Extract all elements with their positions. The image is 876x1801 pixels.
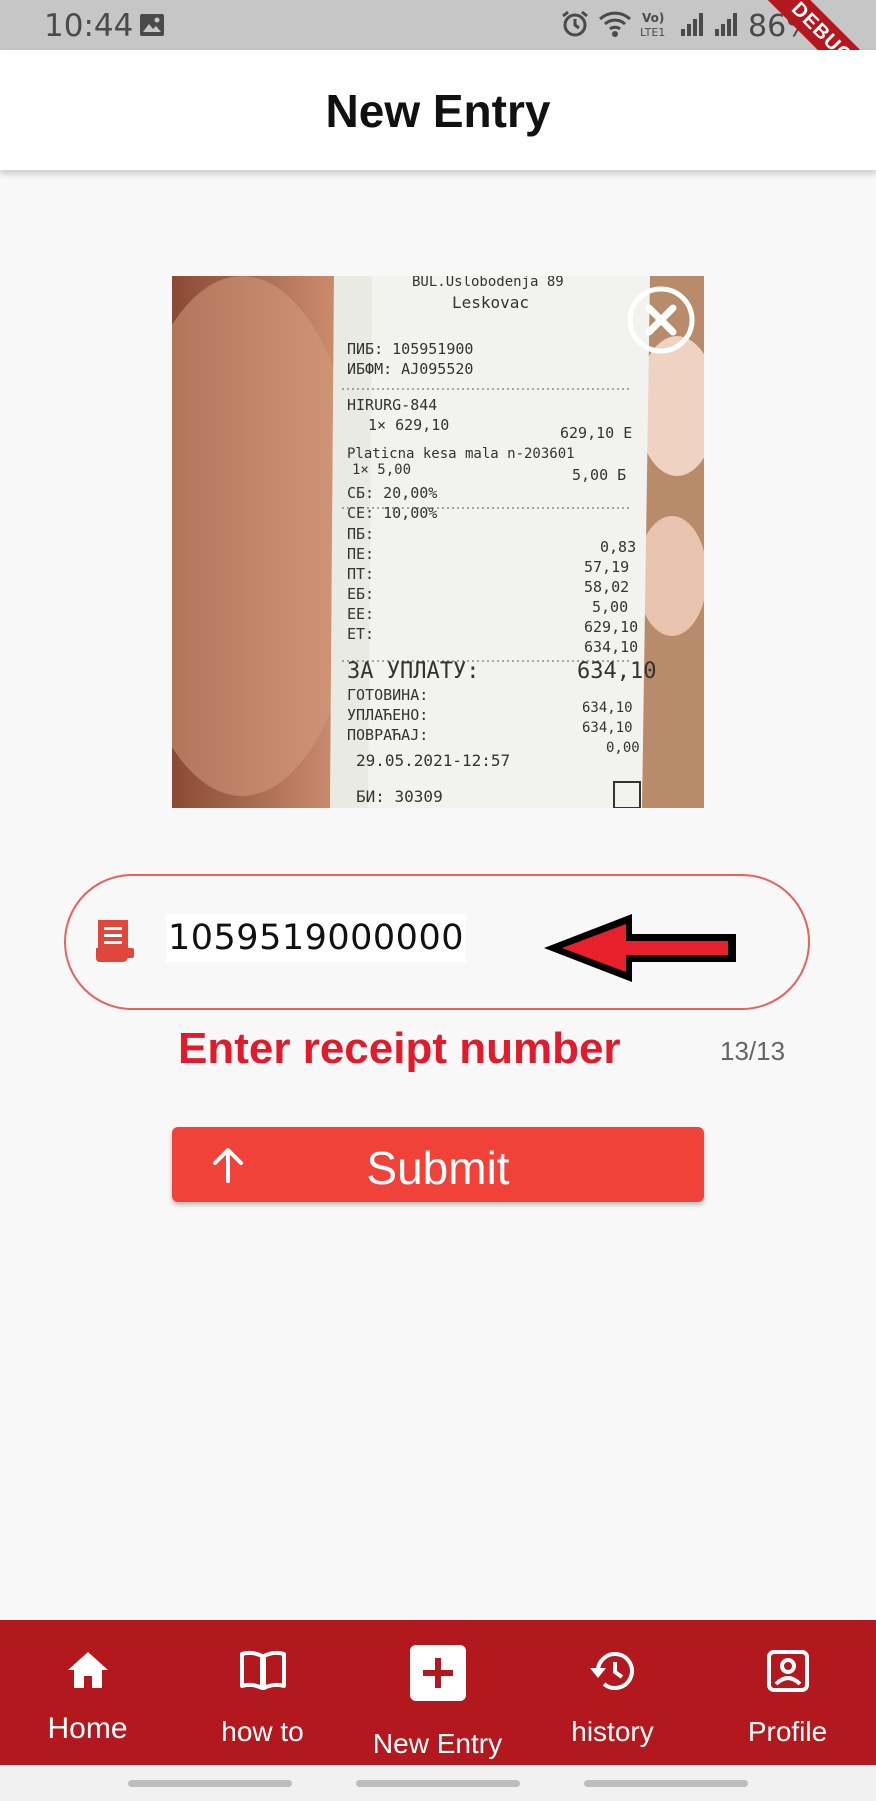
home-icon bbox=[0, 1650, 175, 1690]
receipt-text-line: 29.05.2021-12:57 bbox=[356, 751, 510, 770]
nav-label-profile: Profile bbox=[747, 1716, 828, 1747]
nav-label-history: history bbox=[571, 1716, 654, 1747]
image-notification-icon bbox=[139, 13, 165, 42]
pointer-arrow-icon bbox=[540, 908, 740, 993]
nav-item-how-to[interactable]: how to bbox=[175, 1620, 350, 1765]
remove-photo-button[interactable] bbox=[626, 285, 696, 355]
status-icons: Vo) LTE1 86% bbox=[560, 9, 815, 44]
receipt-number-helper: Enter receipt number bbox=[178, 1024, 621, 1073]
receipt-text-line: Platicna kesa mala n-203601 bbox=[347, 446, 575, 462]
close-circle-icon bbox=[627, 286, 695, 354]
receipt-text-line: 634,10 bbox=[582, 720, 633, 736]
nav-item-history[interactable]: history bbox=[525, 1620, 700, 1765]
receipt-photo: BUL.Uslobodenja 89 Leskovac ПИБ: 105951900… bbox=[172, 276, 704, 808]
submit-button[interactable]: Submit bbox=[172, 1127, 704, 1202]
receipt-text-line: ПЕ: bbox=[347, 545, 374, 563]
alarm-icon bbox=[560, 9, 590, 44]
app-bar: New Entry bbox=[0, 50, 876, 170]
history-icon bbox=[525, 1650, 700, 1692]
receipt-number-input[interactable]: 1059519000000 bbox=[166, 914, 466, 962]
receipt-text-line: HIRURG-844 bbox=[347, 396, 437, 414]
system-nav-recents[interactable] bbox=[128, 1780, 292, 1787]
profile-icon bbox=[700, 1650, 875, 1692]
receipt-text-line: 5,00 bbox=[592, 598, 628, 616]
status-bar: 10:44 Vo) LTE1 86% DEBUG bbox=[0, 0, 876, 115]
submit-label: Submit bbox=[366, 1142, 510, 1194]
status-time: 10:44 bbox=[44, 8, 134, 44]
receipt-text-line: ПОВРАЋАЈ: bbox=[347, 726, 428, 744]
receipt-text-line: ПБ: bbox=[347, 525, 374, 543]
nav-item-profile[interactable]: Profile bbox=[700, 1620, 875, 1765]
receipt-text-line: ЕТ: bbox=[347, 625, 374, 643]
wifi-icon bbox=[598, 10, 632, 43]
receipt-text-line: 629,10 bbox=[584, 618, 638, 636]
receipt-text-line: 57,19 bbox=[584, 558, 629, 576]
receipt-text-line: 629,10 E bbox=[560, 424, 632, 442]
nav-label-home: Home bbox=[47, 1712, 128, 1745]
receipt-text-line: BUL.Uslobodenja 89 bbox=[412, 276, 564, 290]
receipt-text-line: 0,83 bbox=[600, 538, 636, 556]
volte-icon: Vo) LTE1 bbox=[640, 9, 672, 44]
receipt-text-line: УПЛАЋЕНО: bbox=[347, 706, 428, 724]
receipt-text-line: 58,02 bbox=[584, 578, 629, 596]
receipt-text-line: ПТ: bbox=[347, 565, 374, 583]
signal-icon bbox=[680, 11, 706, 42]
receipt-text-line: Leskovac bbox=[452, 293, 529, 312]
receipt-icon bbox=[94, 918, 136, 969]
receipt-text-line: 1× 629,10 bbox=[368, 416, 449, 434]
receipt-text-line: СБ: 20,00% bbox=[347, 484, 437, 502]
receipt-text-line: ПИБ: 105951900 bbox=[347, 340, 473, 358]
book-icon bbox=[175, 1650, 350, 1690]
bottom-nav: Home how to New Entry history Profile bbox=[0, 1620, 876, 1765]
svg-text:Vo): Vo) bbox=[642, 11, 664, 25]
nav-item-new-entry[interactable]: New Entry bbox=[350, 1620, 525, 1765]
nav-item-home[interactable]: Home bbox=[0, 1620, 175, 1765]
system-nav-bar bbox=[0, 1765, 876, 1801]
receipt-text-line: БИ: 30309 bbox=[356, 787, 443, 806]
signal-icon-2 bbox=[714, 11, 740, 42]
receipt-text-line: ЕБ: bbox=[347, 585, 374, 603]
receipt-text-line: ЗА УПЛАТУ: bbox=[347, 659, 479, 684]
receipt-text-line: ИБФМ: AJ095520 bbox=[347, 360, 473, 378]
receipt-text-line: ЕЕ: bbox=[347, 605, 374, 623]
nav-label-new-entry: New Entry bbox=[372, 1728, 503, 1759]
receipt-text-line: 634,10 bbox=[577, 659, 656, 684]
receipt-text-line: СЕ: 10,00% bbox=[347, 504, 437, 522]
svg-text:LTE1: LTE1 bbox=[640, 26, 665, 39]
system-nav-home[interactable] bbox=[356, 1780, 520, 1787]
character-counter: 13/13 bbox=[720, 1036, 786, 1066]
receipt-text-line: 5,00 Б bbox=[572, 466, 626, 484]
add-box-icon bbox=[350, 1644, 525, 1702]
receipt-text-line: 0,00 bbox=[606, 740, 640, 756]
page-title: New Entry bbox=[325, 85, 551, 137]
receipt-text-line: 634,10 bbox=[582, 700, 633, 716]
receipt-text-line: 634,10 bbox=[584, 638, 638, 656]
receipt-text-line: 1× 5,00 bbox=[352, 462, 411, 478]
system-nav-back[interactable] bbox=[584, 1780, 748, 1787]
nav-label-how-to: how to bbox=[221, 1716, 304, 1747]
receipt-text-line: ГОТОВИНА: bbox=[347, 686, 428, 704]
